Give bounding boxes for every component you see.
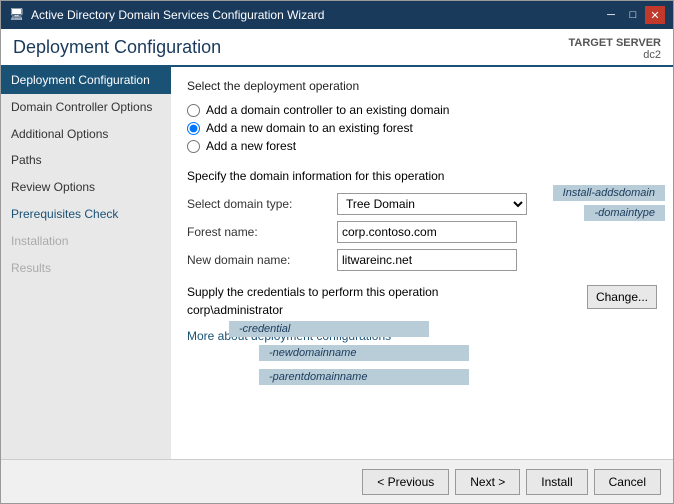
target-server-label: TARGET SERVER (569, 37, 662, 49)
credentials-section: Supply the credentials to perform this o… (187, 285, 657, 317)
radio-add-forest-label: Add a new forest (206, 139, 296, 153)
radio-add-dc-label: Add a domain controller to an existing d… (206, 103, 449, 117)
forest-name-label: Forest name: (187, 225, 337, 239)
window-controls: ─ □ ✕ (601, 6, 665, 24)
sidebar-item-prerequisites-check[interactable]: Prerequisites Check (1, 201, 171, 228)
change-button[interactable]: Change... (587, 285, 657, 309)
annotation-newdomainname: -newdomainname (259, 345, 469, 361)
domain-info-title: Specify the domain information for this … (187, 169, 657, 183)
wizard-title: Deployment Configuration (13, 37, 221, 58)
wizard-content: Deployment Configuration Domain Controll… (1, 65, 673, 459)
app-icon: 🖥 (9, 7, 25, 23)
wizard-body: Deployment Configuration TARGET SERVER d… (1, 29, 673, 503)
sidebar-item-results: Results (1, 255, 171, 282)
new-domain-name-input[interactable] (337, 249, 517, 271)
close-button[interactable]: ✕ (645, 6, 665, 24)
target-server: TARGET SERVER dc2 (569, 37, 662, 61)
annotation-credential: -credential (229, 321, 429, 337)
sidebar-item-review-options[interactable]: Review Options (1, 174, 171, 201)
sidebar-item-additional-options[interactable]: Additional Options (1, 121, 171, 148)
maximize-button[interactable]: □ (623, 6, 643, 24)
new-domain-name-control (337, 249, 657, 271)
deployment-operation-title: Select the deployment operation (187, 79, 657, 93)
form-row-new-domain-name: New domain name: (187, 249, 657, 271)
target-server-name: dc2 (643, 49, 661, 61)
domain-type-select[interactable]: Child Domain Tree Domain (337, 193, 527, 215)
radio-group-deployment: Add a domain controller to an existing d… (187, 103, 657, 153)
sidebar-item-paths[interactable]: Paths (1, 147, 171, 174)
radio-add-new-domain: Add a new domain to an existing forest (187, 121, 657, 135)
domain-type-control: Child Domain Tree Domain (337, 193, 657, 215)
wizard-footer: < Previous Next > Install Cancel (1, 459, 673, 503)
minimize-button[interactable]: ─ (601, 6, 621, 24)
wizard-header: Deployment Configuration TARGET SERVER d… (1, 29, 673, 65)
title-bar-left: 🖥 Active Directory Domain Services Confi… (9, 7, 324, 23)
radio-add-new-domain-label: Add a new domain to an existing forest (206, 121, 413, 135)
radio-add-dc: Add a domain controller to an existing d… (187, 103, 657, 117)
previous-button[interactable]: < Previous (362, 469, 449, 495)
title-bar: 🖥 Active Directory Domain Services Confi… (1, 1, 673, 29)
window-title: Active Directory Domain Services Configu… (31, 8, 324, 22)
radio-add-dc-input[interactable] (187, 104, 200, 117)
radio-add-forest-input[interactable] (187, 140, 200, 153)
cancel-button[interactable]: Cancel (594, 469, 661, 495)
sidebar-item-installation: Installation (1, 228, 171, 255)
form-row-forest-name: Forest name: (187, 221, 657, 243)
forest-name-control (337, 221, 657, 243)
main-panel: Select the deployment operation Add a do… (171, 67, 673, 459)
domain-type-label: Select domain type: (187, 197, 337, 211)
next-button[interactable]: Next > (455, 469, 520, 495)
wizard-window: 🖥 Active Directory Domain Services Confi… (0, 0, 674, 504)
sidebar-item-domain-controller-options[interactable]: Domain Controller Options (1, 94, 171, 121)
forest-name-input[interactable] (337, 221, 517, 243)
install-button[interactable]: Install (526, 469, 587, 495)
form-row-domain-type: Select domain type: Child Domain Tree Do… (187, 193, 657, 215)
new-domain-name-label: New domain name: (187, 253, 337, 267)
sidebar-item-deployment-configuration[interactable]: Deployment Configuration (1, 67, 171, 94)
radio-add-new-domain-input[interactable] (187, 122, 200, 135)
sidebar: Deployment Configuration Domain Controll… (1, 67, 171, 459)
annotation-parentdomainname: -parentdomainname (259, 369, 469, 385)
radio-add-forest: Add a new forest (187, 139, 657, 153)
